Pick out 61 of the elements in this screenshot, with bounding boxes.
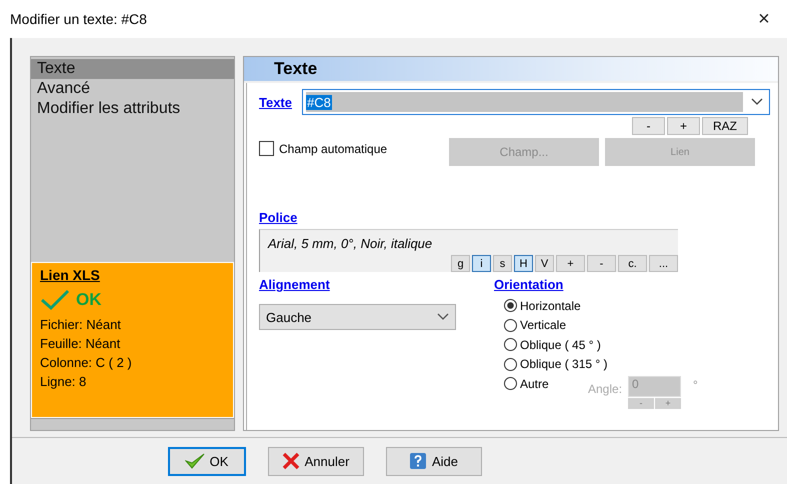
checkmark-icon — [40, 289, 70, 311]
alignment-link[interactable]: Alignement — [259, 277, 494, 292]
radio-circle[interactable] — [504, 338, 517, 352]
orientation-radio[interactable]: Verticale — [504, 316, 566, 335]
help-button[interactable]: Aide — [386, 446, 482, 476]
degree-unit: ° — [693, 378, 698, 392]
help-icon — [408, 452, 427, 470]
font-style-button[interactable]: i — [472, 255, 491, 272]
window-title: Modifier un texte: #C8 — [10, 11, 147, 27]
status-text: OK — [76, 290, 102, 310]
radio-label: Verticale — [520, 318, 566, 332]
font-style-button[interactable]: H — [514, 255, 533, 272]
font-style-button[interactable]: s — [493, 255, 512, 272]
info-line: Ligne: 8 — [40, 373, 88, 391]
font-style-button[interactable]: c. — [618, 255, 647, 272]
radio-label: Oblique ( 315 ° ) — [520, 357, 608, 372]
orientation-radio[interactable]: Horizontale — [504, 296, 581, 316]
radio-circle[interactable] — [504, 318, 517, 332]
font-style-button[interactable]: V — [535, 255, 554, 272]
info-line: Fichier: Néant — [40, 316, 122, 334]
close-icon — [282, 452, 300, 470]
font-description: Arial, 5 mm, 0°, Noir, italique — [268, 236, 434, 251]
font-style-button[interactable]: g — [451, 255, 470, 272]
radio-circle[interactable] — [504, 299, 517, 312]
small-button[interactable]: - — [632, 117, 665, 135]
cancel-button[interactable]: Annuler — [268, 446, 364, 476]
alignment-dropdown[interactable]: Gauche — [259, 304, 456, 330]
small-button[interactable]: RAZ — [702, 117, 748, 135]
radio-label: Oblique ( 45 ° ) — [520, 338, 601, 352]
radio-circle[interactable] — [504, 358, 517, 371]
checkmark-icon — [184, 452, 205, 470]
checkbox[interactable] — [259, 141, 274, 156]
orientation-link[interactable]: Orientation — [494, 277, 698, 292]
ok-button[interactable]: OK — [168, 446, 246, 476]
orientation-radio[interactable]: Oblique ( 45 ° ) — [504, 335, 601, 354]
sidebar-item[interactable]: Modifier les attributs — [31, 99, 234, 119]
xls-link-title: Lien XLS — [40, 267, 101, 283]
sidebar-item[interactable]: Avancé — [31, 79, 234, 99]
sidebar-item[interactable]: Texte — [31, 59, 234, 79]
radio-circle[interactable] — [504, 377, 517, 390]
texte-link[interactable]: Texte — [259, 94, 292, 110]
info-line: Colonne: C ( 2 ) — [40, 354, 133, 372]
radio-label: Autre — [520, 376, 549, 391]
info-line: Feuille: Néant — [40, 335, 122, 353]
auto-field-checkbox[interactable]: Champ automatique — [259, 141, 449, 156]
angle-label: Angle: — [588, 382, 622, 396]
font-style-button[interactable]: - — [587, 255, 616, 272]
small-button[interactable]: + — [667, 117, 700, 135]
selected-text: #C8 — [306, 94, 332, 110]
checkbox-label: Champ automatique — [279, 142, 388, 156]
orientation-radio[interactable]: Oblique ( 315 ° ) — [504, 354, 608, 374]
font-style-button[interactable]: + — [556, 255, 585, 272]
chevron-down-icon — [437, 313, 449, 321]
close-button[interactable]: × — [741, 0, 787, 38]
orientation-radio[interactable]: Autre — [504, 374, 549, 394]
panel-title: Texte — [274, 59, 318, 79]
chevron-down-icon — [751, 98, 763, 106]
police-link[interactable]: Police — [259, 210, 770, 225]
font-style-button[interactable]: ... — [649, 255, 678, 272]
radio-label: Horizontale — [520, 298, 581, 313]
text-combo-field[interactable]: #C8 — [302, 89, 770, 115]
